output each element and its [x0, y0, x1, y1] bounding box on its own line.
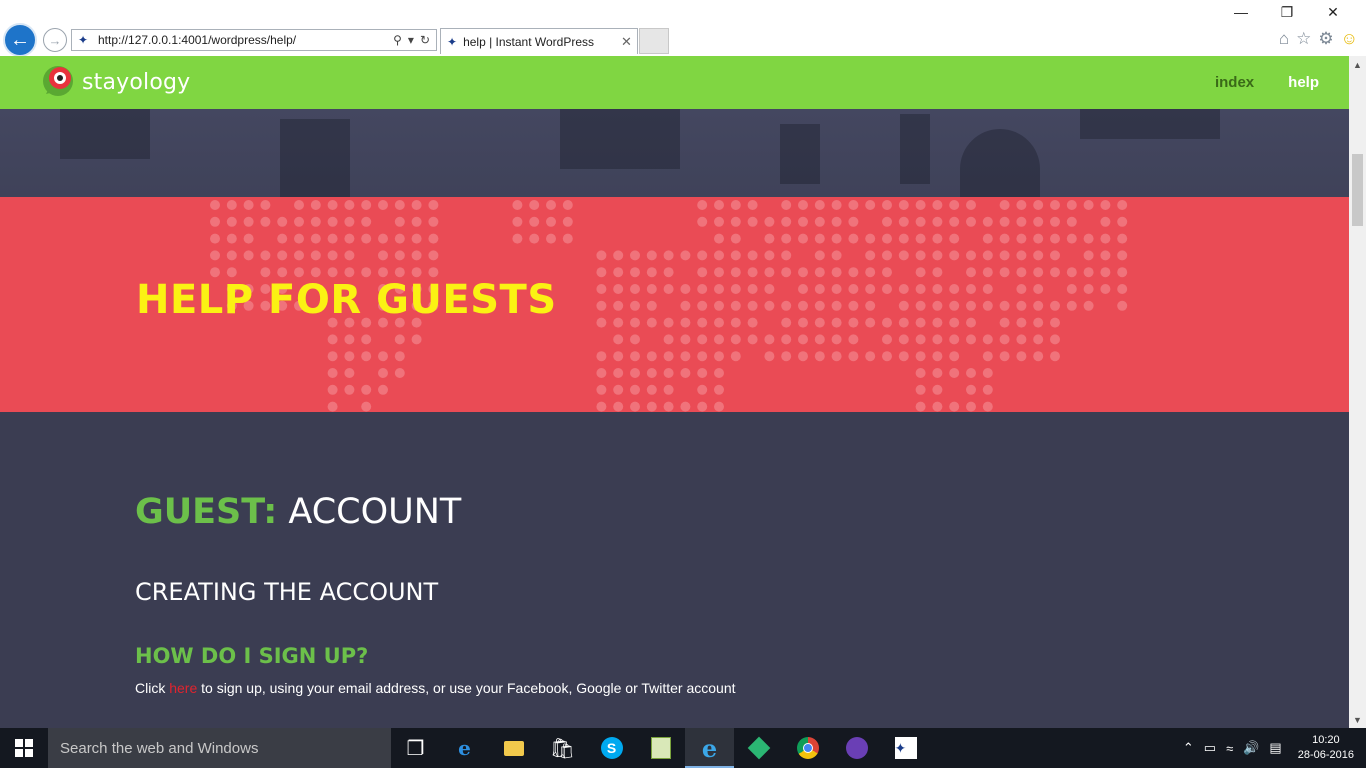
- tab-favicon-icon: ✦: [447, 34, 458, 49]
- home-icon[interactable]: ⌂: [1279, 29, 1289, 49]
- back-button[interactable]: ←: [3, 23, 37, 57]
- chevron-down-icon[interactable]: ▾: [408, 33, 414, 47]
- battery-icon[interactable]: ▭: [1204, 740, 1216, 756]
- hero-background-photo: [0, 109, 1349, 197]
- site-favicon-icon: ✦: [78, 33, 89, 47]
- help-content: GUEST: ACCOUNT CREATING THE ACCOUNT HOW …: [0, 412, 1349, 728]
- section-title: ACCOUNT: [288, 492, 462, 532]
- start-button[interactable]: [0, 728, 48, 768]
- internet-explorer-icon[interactable]: e: [685, 728, 734, 768]
- arrow-right-icon: →: [48, 32, 62, 48]
- page-scrollbar[interactable]: ▲ ▼: [1349, 56, 1366, 728]
- restore-icon[interactable]: ❐: [1264, 4, 1310, 21]
- stayology-logo-icon: [43, 66, 73, 96]
- faq-question: HOW DO I SIGN UP?: [135, 644, 369, 668]
- arrow-left-icon: ←: [10, 28, 30, 51]
- close-window-icon[interactable]: ✕: [1310, 4, 1356, 21]
- site-logo[interactable]: stayology: [40, 64, 190, 100]
- taskbar-apps: ❐ e 🛍 S e ✦: [391, 728, 930, 768]
- forward-button[interactable]: →: [43, 28, 67, 52]
- site-navbar: stayology index help: [0, 56, 1349, 109]
- wifi-icon[interactable]: ≈: [1226, 741, 1233, 756]
- clock-date: 28-06-2016: [1297, 749, 1354, 761]
- purple-app-icon[interactable]: [832, 728, 881, 768]
- windows-logo-icon: [15, 739, 33, 757]
- scroll-up-icon[interactable]: ▲: [1349, 56, 1366, 73]
- address-url[interactable]: http://127.0.0.1:4001/wordpress/help/: [98, 33, 393, 47]
- faq-answer: Click here to sign up, using your email …: [135, 680, 736, 696]
- new-tab-button[interactable]: [639, 28, 669, 54]
- window-controls: — ❐ ✕: [1218, 4, 1356, 21]
- task-view-icon[interactable]: ❐: [391, 728, 440, 768]
- signup-link[interactable]: here: [169, 680, 197, 696]
- browser-toolbar-icons: ⌂ ☆ ⚙ ☺: [1279, 29, 1358, 49]
- volume-icon[interactable]: 🔊: [1243, 740, 1259, 756]
- logo-text: stayology: [82, 69, 191, 95]
- minimize-icon[interactable]: —: [1218, 4, 1264, 21]
- system-tray: ⌃ ▭ ≈ 🔊 ▤ 10:20 28-06-2016: [1183, 728, 1366, 768]
- notifications-icon[interactable]: ▤: [1269, 740, 1281, 756]
- nav-links: index help: [1215, 74, 1319, 91]
- answer-suffix: to sign up, using your email address, or…: [201, 680, 736, 696]
- file-explorer-icon[interactable]: [489, 728, 538, 768]
- page-viewport: stayology index help HELP FOR GUESTS GUE…: [0, 56, 1349, 728]
- taskbar-search-box[interactable]: Search the web and Windows: [48, 728, 391, 768]
- scrollbar-thumb[interactable]: [1352, 154, 1363, 226]
- windows-taskbar: Search the web and Windows ❐ e 🛍 S e ✦ ⌃…: [0, 728, 1366, 768]
- taskbar-clock[interactable]: 10:20 28-06-2016: [1292, 733, 1354, 763]
- edge-icon[interactable]: e: [440, 728, 489, 768]
- answer-prefix: Click: [135, 680, 166, 696]
- address-bar[interactable]: ✦ http://127.0.0.1:4001/wordpress/help/ …: [71, 29, 437, 51]
- feedback-smiley-icon[interactable]: ☺: [1341, 29, 1358, 49]
- refresh-icon[interactable]: ↻: [420, 33, 430, 47]
- chrome-icon[interactable]: [783, 728, 832, 768]
- store-icon[interactable]: 🛍: [538, 728, 587, 768]
- editor-app-icon[interactable]: [636, 728, 685, 768]
- clock-time: 10:20: [1312, 734, 1340, 746]
- git-app-icon[interactable]: [734, 728, 783, 768]
- hero-banner: HELP FOR GUESTS: [0, 197, 1349, 412]
- subsection-heading: CREATING THE ACCOUNT: [135, 578, 439, 606]
- nav-link-help[interactable]: help: [1288, 74, 1319, 91]
- search-icon[interactable]: ⚲: [393, 33, 402, 47]
- skype-icon[interactable]: S: [587, 728, 636, 768]
- section-heading: GUEST: ACCOUNT: [135, 492, 461, 532]
- instant-wordpress-icon[interactable]: ✦: [881, 728, 930, 768]
- tab-close-icon[interactable]: ✕: [621, 34, 637, 50]
- tab-title: help | Instant WordPress: [463, 34, 595, 49]
- settings-gear-icon[interactable]: ⚙: [1318, 29, 1333, 49]
- section-prefix: GUEST:: [135, 492, 278, 532]
- browser-chrome: ← → ✦ http://127.0.0.1:4001/wordpress/he…: [0, 0, 1366, 57]
- hero-title: HELP FOR GUESTS: [136, 277, 557, 323]
- chevron-up-icon[interactable]: ⌃: [1183, 740, 1194, 756]
- browser-tab[interactable]: ✦ help | Instant WordPress ✕: [440, 28, 638, 54]
- favorites-star-icon[interactable]: ☆: [1296, 29, 1311, 49]
- scroll-down-icon[interactable]: ▼: [1349, 711, 1366, 728]
- nav-link-index[interactable]: index: [1215, 74, 1254, 91]
